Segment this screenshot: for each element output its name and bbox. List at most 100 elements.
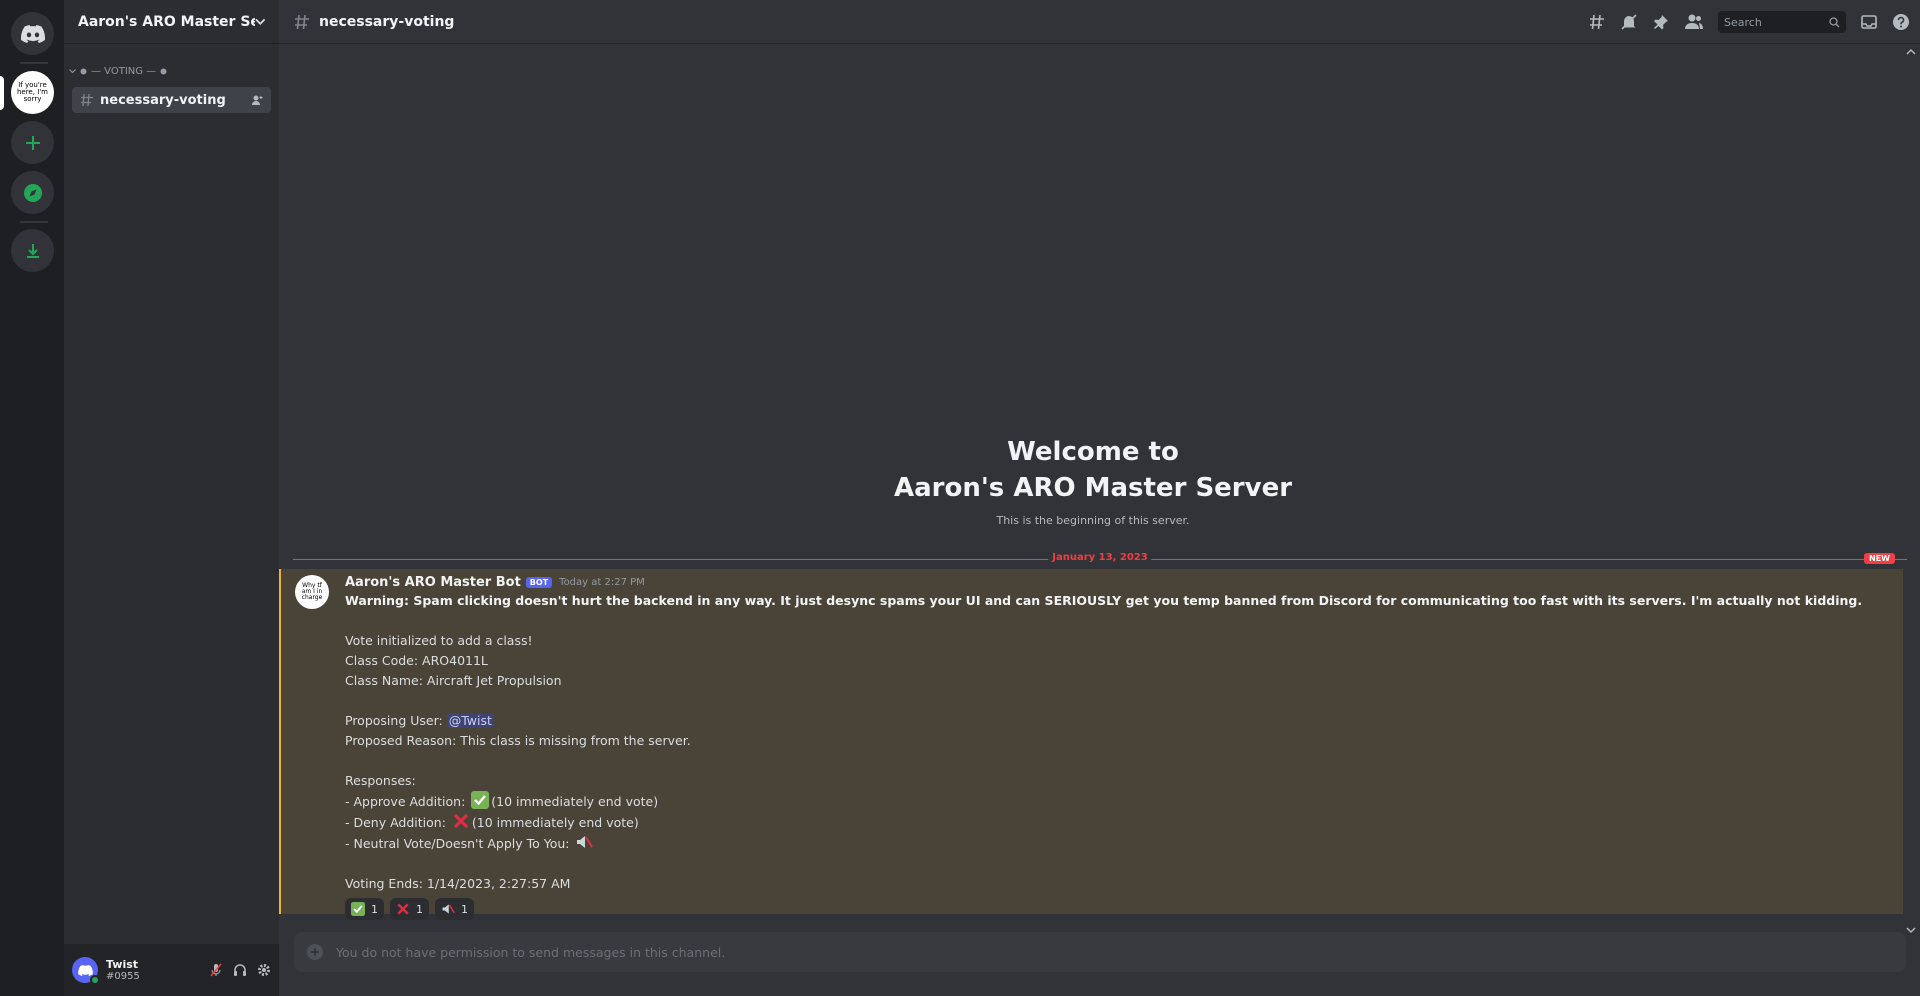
user-info[interactable]: Twist #0955 xyxy=(106,958,209,982)
muted-speaker-icon xyxy=(577,836,594,848)
voting-ends-text: Voting Ends: 1/14/2023, 2:27:57 AM xyxy=(345,876,571,891)
approve-note: (10 immediately end vote) xyxy=(491,794,659,809)
dot-icon xyxy=(160,68,167,74)
channel-name: necessary-voting xyxy=(100,92,226,108)
reaction-deny[interactable]: 1 xyxy=(390,898,429,920)
message-composer: You do not have permission to send messa… xyxy=(294,932,1906,972)
add-server-button[interactable] xyxy=(11,121,54,164)
new-messages-divider: January 13, 2023 NEW xyxy=(293,552,1907,566)
search-input[interactable] xyxy=(1724,15,1824,29)
scroll-down-arrow-icon[interactable] xyxy=(1906,926,1916,934)
message-body: Aaron's ARO Master Bot BOT Today at 2:27… xyxy=(345,573,1883,920)
composer-placeholder: You do not have permission to send messa… xyxy=(336,944,726,960)
bot-badge: BOT xyxy=(525,576,553,588)
headphones-icon[interactable] xyxy=(233,963,247,977)
message-list: Welcome to Aaron's ARO Master Server Thi… xyxy=(279,44,1907,920)
vote-init-text: Vote initialized to add a class! xyxy=(345,633,533,648)
proposing-user-line: Proposing User: @Twist xyxy=(345,711,1883,731)
check-mark-icon xyxy=(471,791,490,809)
online-status-dot xyxy=(90,975,100,985)
welcome-subtitle: This is the beginning of this server. xyxy=(996,514,1190,527)
channel-sidebar: Aaron's ARO Master Ser... — VOTING — nec… xyxy=(64,0,279,996)
user-panel: Twist #0955 xyxy=(64,944,279,996)
class-name-text: Class Name: Aircraft Jet Propulsion xyxy=(345,673,562,688)
new-badge: NEW xyxy=(1864,553,1895,564)
compass-icon xyxy=(23,183,42,202)
server-rail: If you're here, I'm sorry xyxy=(0,0,64,996)
pin-icon[interactable] xyxy=(1652,13,1670,31)
server-name: Aaron's ARO Master Ser... xyxy=(78,13,255,30)
discord-logo-icon xyxy=(20,24,45,43)
thread-hashtag-icon xyxy=(81,93,93,107)
reaction-bar: 1 1 1 xyxy=(345,898,1883,920)
approve-label: - Approve Addition: xyxy=(345,794,470,809)
channel-item-necessary-voting[interactable]: necessary-voting xyxy=(72,87,271,113)
user-mention[interactable]: @Twist xyxy=(446,713,494,728)
warning-text: Warning: Spam clicking doesn't hurt the … xyxy=(345,593,1863,608)
welcome-heading: Welcome to Aaron's ARO Master Server xyxy=(279,434,1907,506)
message-author[interactable]: Aaron's ARO Master Bot xyxy=(345,575,521,590)
inbox-icon[interactable] xyxy=(1860,13,1878,31)
responses-label: Responses: xyxy=(345,773,416,788)
discord-logo-icon xyxy=(77,964,93,976)
reaction-neutral[interactable]: 1 xyxy=(435,898,474,920)
class-code-text: Class Code: ARO4011L xyxy=(345,653,488,668)
message-timestamp: Today at 2:27 PM xyxy=(559,576,645,588)
rail-separator xyxy=(20,221,48,223)
explore-servers-button[interactable] xyxy=(11,171,54,214)
reaction-approve[interactable]: 1 xyxy=(345,898,384,920)
discord-home-button[interactable] xyxy=(11,12,54,55)
download-apps-button[interactable] xyxy=(11,229,54,272)
add-attachment-icon xyxy=(307,944,323,960)
deny-line: - Deny Addition: (10 immediately end vot… xyxy=(345,812,1883,833)
microphone-muted-icon[interactable] xyxy=(209,963,223,977)
dot-icon xyxy=(80,68,87,74)
user-name: Twist xyxy=(106,958,139,971)
welcome-line-1: Welcome to xyxy=(1007,437,1179,467)
search-box[interactable] xyxy=(1718,11,1846,33)
neutral-label: - Neutral Vote/Doesn't Apply To You: xyxy=(345,836,574,851)
download-icon xyxy=(26,243,39,258)
channel-header: necessary-voting xyxy=(279,0,1920,44)
thread-hashtag-icon xyxy=(295,14,309,29)
server-icon-text: If you're here, I'm sorry xyxy=(16,81,49,103)
message-item[interactable]: Why tf am I in charge Aaron's ARO Master… xyxy=(279,569,1903,920)
divider-date: January 13, 2023 xyxy=(1048,552,1152,563)
welcome-banner: Welcome to Aaron's ARO Master Server Thi… xyxy=(279,434,1907,527)
neutral-line: - Neutral Vote/Doesn't Apply To You: xyxy=(345,833,1883,854)
channel-title: necessary-voting xyxy=(319,13,455,30)
gear-icon[interactable] xyxy=(257,963,271,977)
check-mark-icon xyxy=(351,902,365,916)
message-scrollbar[interactable] xyxy=(1904,44,1918,944)
muted-speaker-icon xyxy=(442,904,455,914)
member-list-icon[interactable] xyxy=(1684,13,1704,31)
reaction-count: 1 xyxy=(371,902,378,916)
reaction-count: 1 xyxy=(416,902,423,916)
server-header[interactable]: Aaron's ARO Master Ser... xyxy=(64,0,279,44)
server-icon-aro[interactable]: If you're here, I'm sorry xyxy=(11,71,54,114)
welcome-line-2: Aaron's ARO Master Server xyxy=(893,473,1293,503)
threads-icon[interactable] xyxy=(1588,13,1606,31)
user-controls xyxy=(209,963,271,977)
add-member-icon[interactable] xyxy=(251,94,263,106)
approve-line: - Approve Addition: (10 immediately end … xyxy=(345,791,1883,812)
notification-bell-muted-icon[interactable] xyxy=(1620,13,1638,31)
reaction-count: 1 xyxy=(461,902,468,916)
plus-icon xyxy=(25,135,40,150)
help-icon[interactable] xyxy=(1892,13,1910,31)
user-avatar[interactable] xyxy=(72,957,100,985)
category-voting[interactable]: — VOTING — xyxy=(64,61,279,81)
bot-avatar[interactable]: Why tf am I in charge xyxy=(295,575,329,609)
discord-app: If you're here, I'm sorry Aaron's ARO Ma… xyxy=(0,0,1920,996)
bot-avatar-text: Why tf am I in charge xyxy=(301,582,323,601)
proposing-label: Proposing User: xyxy=(345,713,447,728)
chevron-down-icon xyxy=(254,18,265,25)
user-tag: #0955 xyxy=(106,971,140,982)
deny-label: - Deny Addition: xyxy=(345,815,450,830)
message-header: Aaron's ARO Master Bot BOT Today at 2:27… xyxy=(345,573,1883,591)
header-toolbar xyxy=(1588,0,1910,44)
scroll-up-arrow-icon[interactable] xyxy=(1906,48,1916,56)
